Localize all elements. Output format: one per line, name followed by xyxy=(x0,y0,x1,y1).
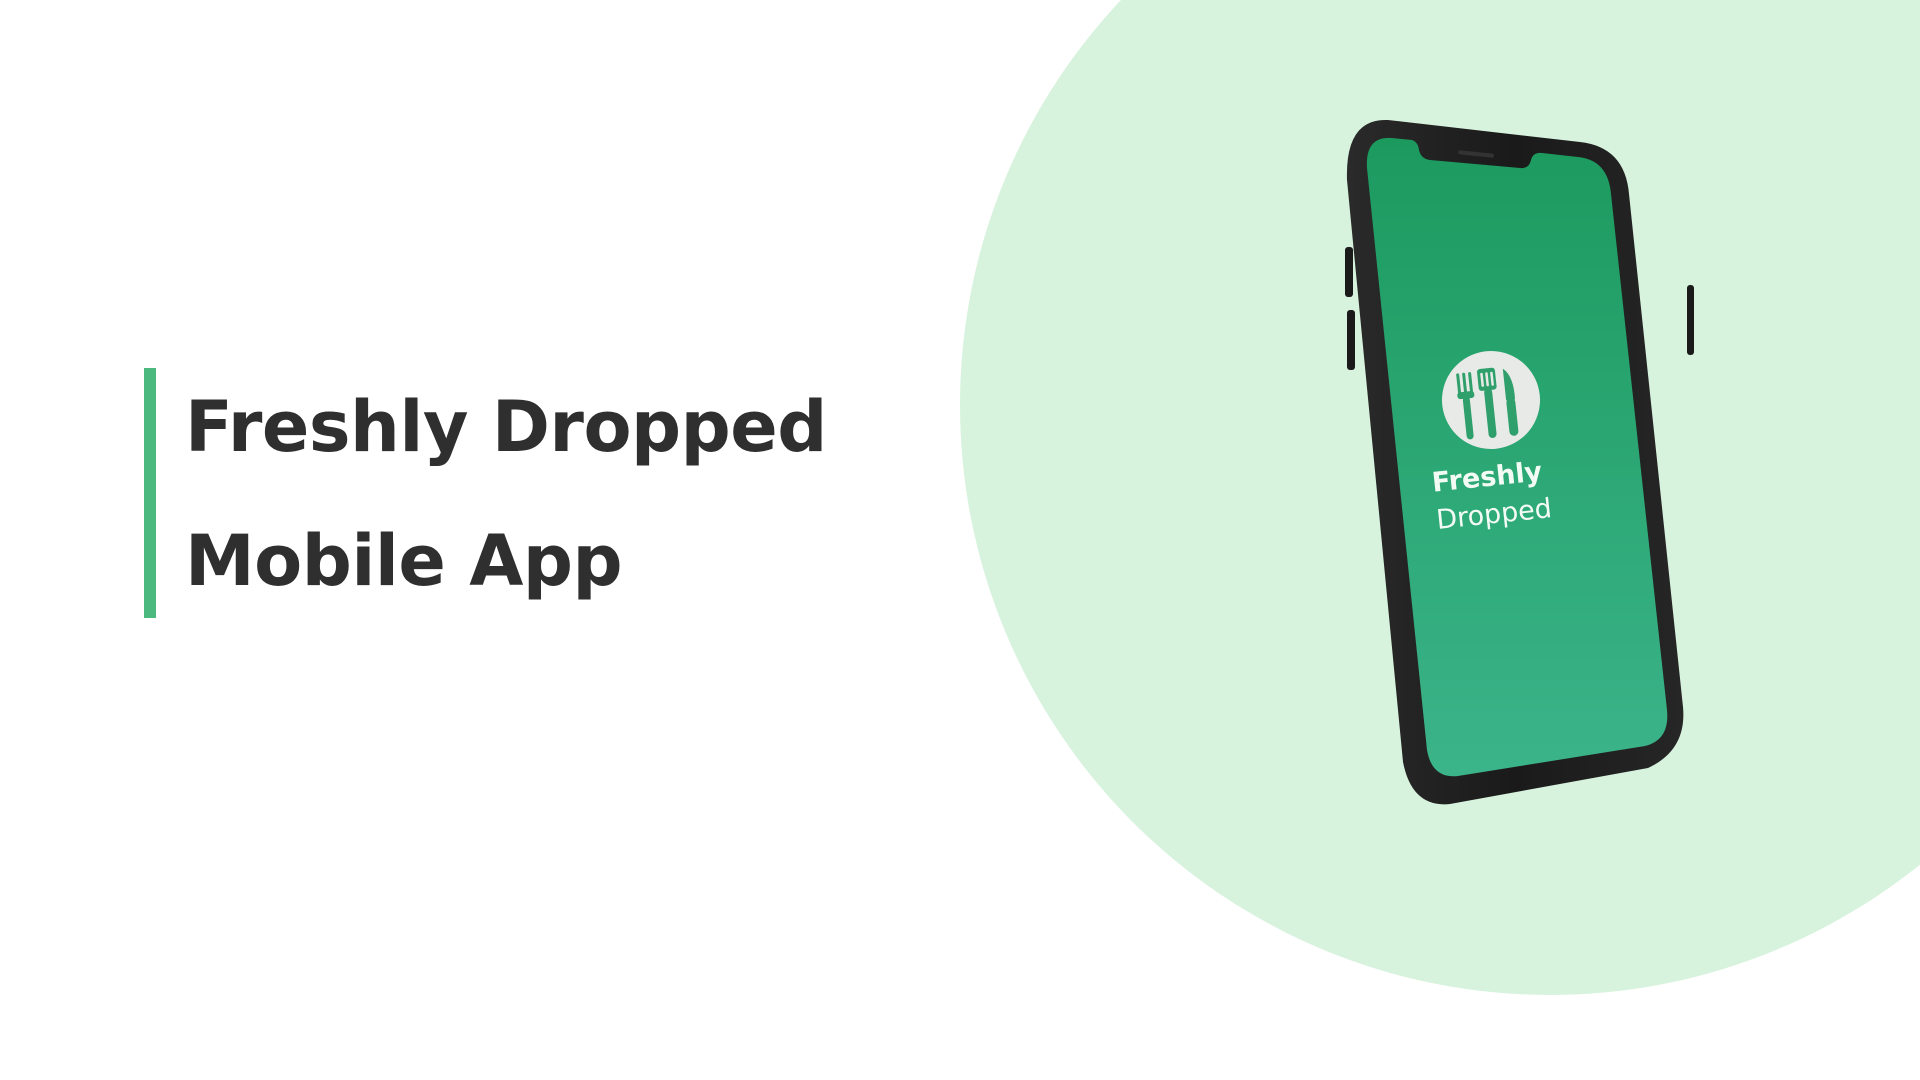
phone-mockup: Freshly Dropped xyxy=(1345,119,1694,805)
accent-bar xyxy=(144,368,156,618)
title-line-1: Freshly Dropped xyxy=(185,386,827,468)
phone-side-button xyxy=(1687,285,1694,355)
phone-side-button xyxy=(1347,310,1355,370)
title-line-2: Mobile App xyxy=(185,520,623,602)
slide-canvas: Freshly Dropped Mobile App Freshly Dropp… xyxy=(0,0,1920,1080)
phone-side-button xyxy=(1345,247,1353,297)
